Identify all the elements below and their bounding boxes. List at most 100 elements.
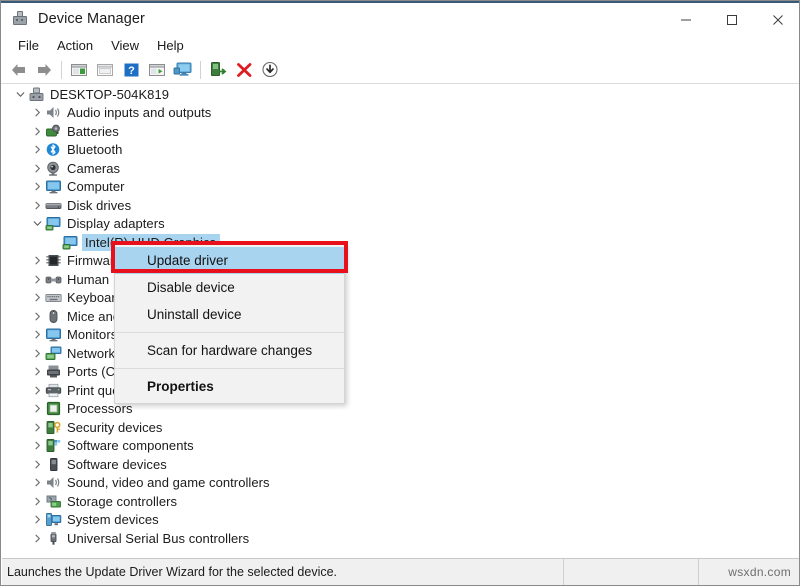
status-bar: Launches the Update Driver Wizard for th… (2, 558, 799, 585)
tree-item-system-devices[interactable]: System devices (2, 511, 799, 530)
chevron-down-icon[interactable] (29, 219, 45, 228)
device-context-menu[interactable]: Update driver Disable device Uninstall d… (114, 244, 345, 404)
watermark-label: wsxdn.com (728, 565, 791, 579)
disable-device-button[interactable] (257, 58, 283, 82)
status-bar-text: Launches the Update Driver Wizard for th… (7, 565, 338, 579)
menu-action[interactable]: Action (48, 36, 102, 55)
tree-item-label: Cameras (67, 160, 121, 176)
uninstall-device-button[interactable] (231, 58, 257, 82)
chevron-right-icon[interactable] (29, 275, 45, 284)
tree-item-display-adapters[interactable]: Display adapters (2, 215, 799, 234)
chevron-down-icon[interactable] (12, 90, 28, 99)
tree-root-node[interactable]: DESKTOP-504K819 (2, 85, 799, 104)
security-device-icon (45, 420, 62, 435)
tree-item-computer[interactable]: Computer (2, 178, 799, 197)
properties-button[interactable] (92, 58, 118, 82)
back-button[interactable] (5, 58, 31, 82)
maximize-icon (727, 14, 737, 25)
status-bar-message-pane: Launches the Update Driver Wizard for th… (2, 559, 564, 585)
tree-item-universal-serial-bus-controllers[interactable]: Universal Serial Bus controllers (2, 529, 799, 548)
close-icon (773, 14, 783, 25)
tree-item-audio-inputs-and-outputs[interactable]: Audio inputs and outputs (2, 104, 799, 123)
maximize-button[interactable] (709, 4, 755, 35)
keyboard-icon (45, 290, 62, 305)
chevron-right-icon[interactable] (29, 404, 45, 413)
chevron-right-icon[interactable] (29, 478, 45, 487)
tree-item-sound-video-and-game-controllers[interactable]: Sound, video and game controllers (2, 474, 799, 493)
chevron-right-icon[interactable] (29, 367, 45, 376)
menu-file[interactable]: File (9, 36, 48, 55)
device-manager-icon (11, 10, 29, 28)
chevron-right-icon[interactable] (29, 108, 45, 117)
tree-item-label: Display adapters (67, 216, 165, 232)
software-device-icon (45, 457, 62, 472)
chevron-right-icon[interactable] (29, 127, 45, 136)
context-menu-separator-2 (115, 368, 344, 369)
chevron-right-icon[interactable] (29, 497, 45, 506)
context-menu-item-update-driver[interactable]: Update driver (115, 247, 344, 274)
chevron-right-icon[interactable] (29, 534, 45, 543)
tree-item-bluetooth[interactable]: Bluetooth (2, 141, 799, 160)
help-button[interactable]: ? (118, 58, 144, 82)
display-adapter-icon (45, 216, 62, 231)
battery-icon (45, 124, 62, 139)
tree-item-security-devices[interactable]: Security devices (2, 418, 799, 437)
usb-icon (45, 531, 62, 546)
menu-help[interactable]: Help (148, 36, 193, 55)
chevron-right-icon[interactable] (29, 386, 45, 395)
enable-device-button[interactable] (205, 58, 231, 82)
chevron-right-icon[interactable] (29, 256, 45, 265)
storage-controller-icon (45, 494, 62, 509)
display-adapter-icon (62, 235, 79, 250)
chevron-right-icon[interactable] (29, 441, 45, 450)
tree-item-disk-drives[interactable]: Disk drives (2, 196, 799, 215)
computer-node-icon (28, 87, 45, 102)
minimize-button[interactable] (663, 4, 709, 35)
menu-view[interactable]: View (102, 36, 148, 55)
scan-for-hardware-changes-button[interactable] (170, 58, 196, 82)
forward-button[interactable] (31, 58, 57, 82)
chevron-right-icon[interactable] (29, 293, 45, 302)
tree-item-label: Bluetooth (67, 142, 123, 158)
context-menu-separator-1 (115, 332, 344, 333)
speaker-icon (45, 475, 62, 490)
software-component-icon (45, 438, 62, 453)
update-driver-software-button[interactable] (144, 58, 170, 82)
chevron-right-icon[interactable] (29, 349, 45, 358)
chevron-right-icon[interactable] (29, 460, 45, 469)
tree-item-software-components[interactable]: Software components (2, 437, 799, 456)
close-button[interactable] (755, 4, 799, 35)
chevron-right-icon[interactable] (29, 201, 45, 210)
context-menu-item-scan-for-hardware-changes[interactable]: Scan for hardware changes (115, 337, 344, 364)
chevron-right-icon[interactable] (29, 515, 45, 524)
tree-item-label: System devices (67, 512, 159, 528)
chevron-right-icon[interactable] (29, 423, 45, 432)
speaker-icon (45, 105, 62, 120)
chevron-right-icon[interactable] (29, 330, 45, 339)
show-hide-console-tree-button[interactable] (66, 58, 92, 82)
context-menu-item-properties[interactable]: Properties (115, 373, 344, 400)
window-title: Device Manager (38, 10, 145, 27)
tree-item-label: Audio inputs and outputs (67, 105, 212, 121)
chevron-right-icon[interactable] (29, 145, 45, 154)
tree-item-software-devices[interactable]: Software devices (2, 455, 799, 474)
hid-icon (45, 272, 62, 287)
context-menu-item-uninstall-device[interactable]: Uninstall device (115, 301, 344, 328)
tree-item-cameras[interactable]: Cameras (2, 159, 799, 178)
forward-icon (37, 63, 51, 76)
chevron-right-icon[interactable] (29, 312, 45, 321)
tree-item-storage-controllers[interactable]: Storage controllers (2, 492, 799, 511)
title-bar: Device Manager (1, 1, 799, 35)
uninstall-device-icon (236, 62, 251, 77)
chevron-right-icon[interactable] (29, 182, 45, 191)
scan-for-hardware-changes-icon (173, 62, 192, 76)
tree-item-label: Software components (67, 438, 194, 454)
context-menu-item-disable-device[interactable]: Disable device (115, 274, 344, 301)
tree-item-batteries[interactable]: Batteries (2, 122, 799, 141)
tree-item-label: Computer (67, 179, 125, 195)
printer-icon (45, 383, 62, 398)
toolbar-separator-2 (200, 60, 201, 79)
chevron-right-icon[interactable] (29, 164, 45, 173)
disable-device-icon (262, 61, 278, 78)
tree-root-label: DESKTOP-504K819 (50, 86, 170, 102)
